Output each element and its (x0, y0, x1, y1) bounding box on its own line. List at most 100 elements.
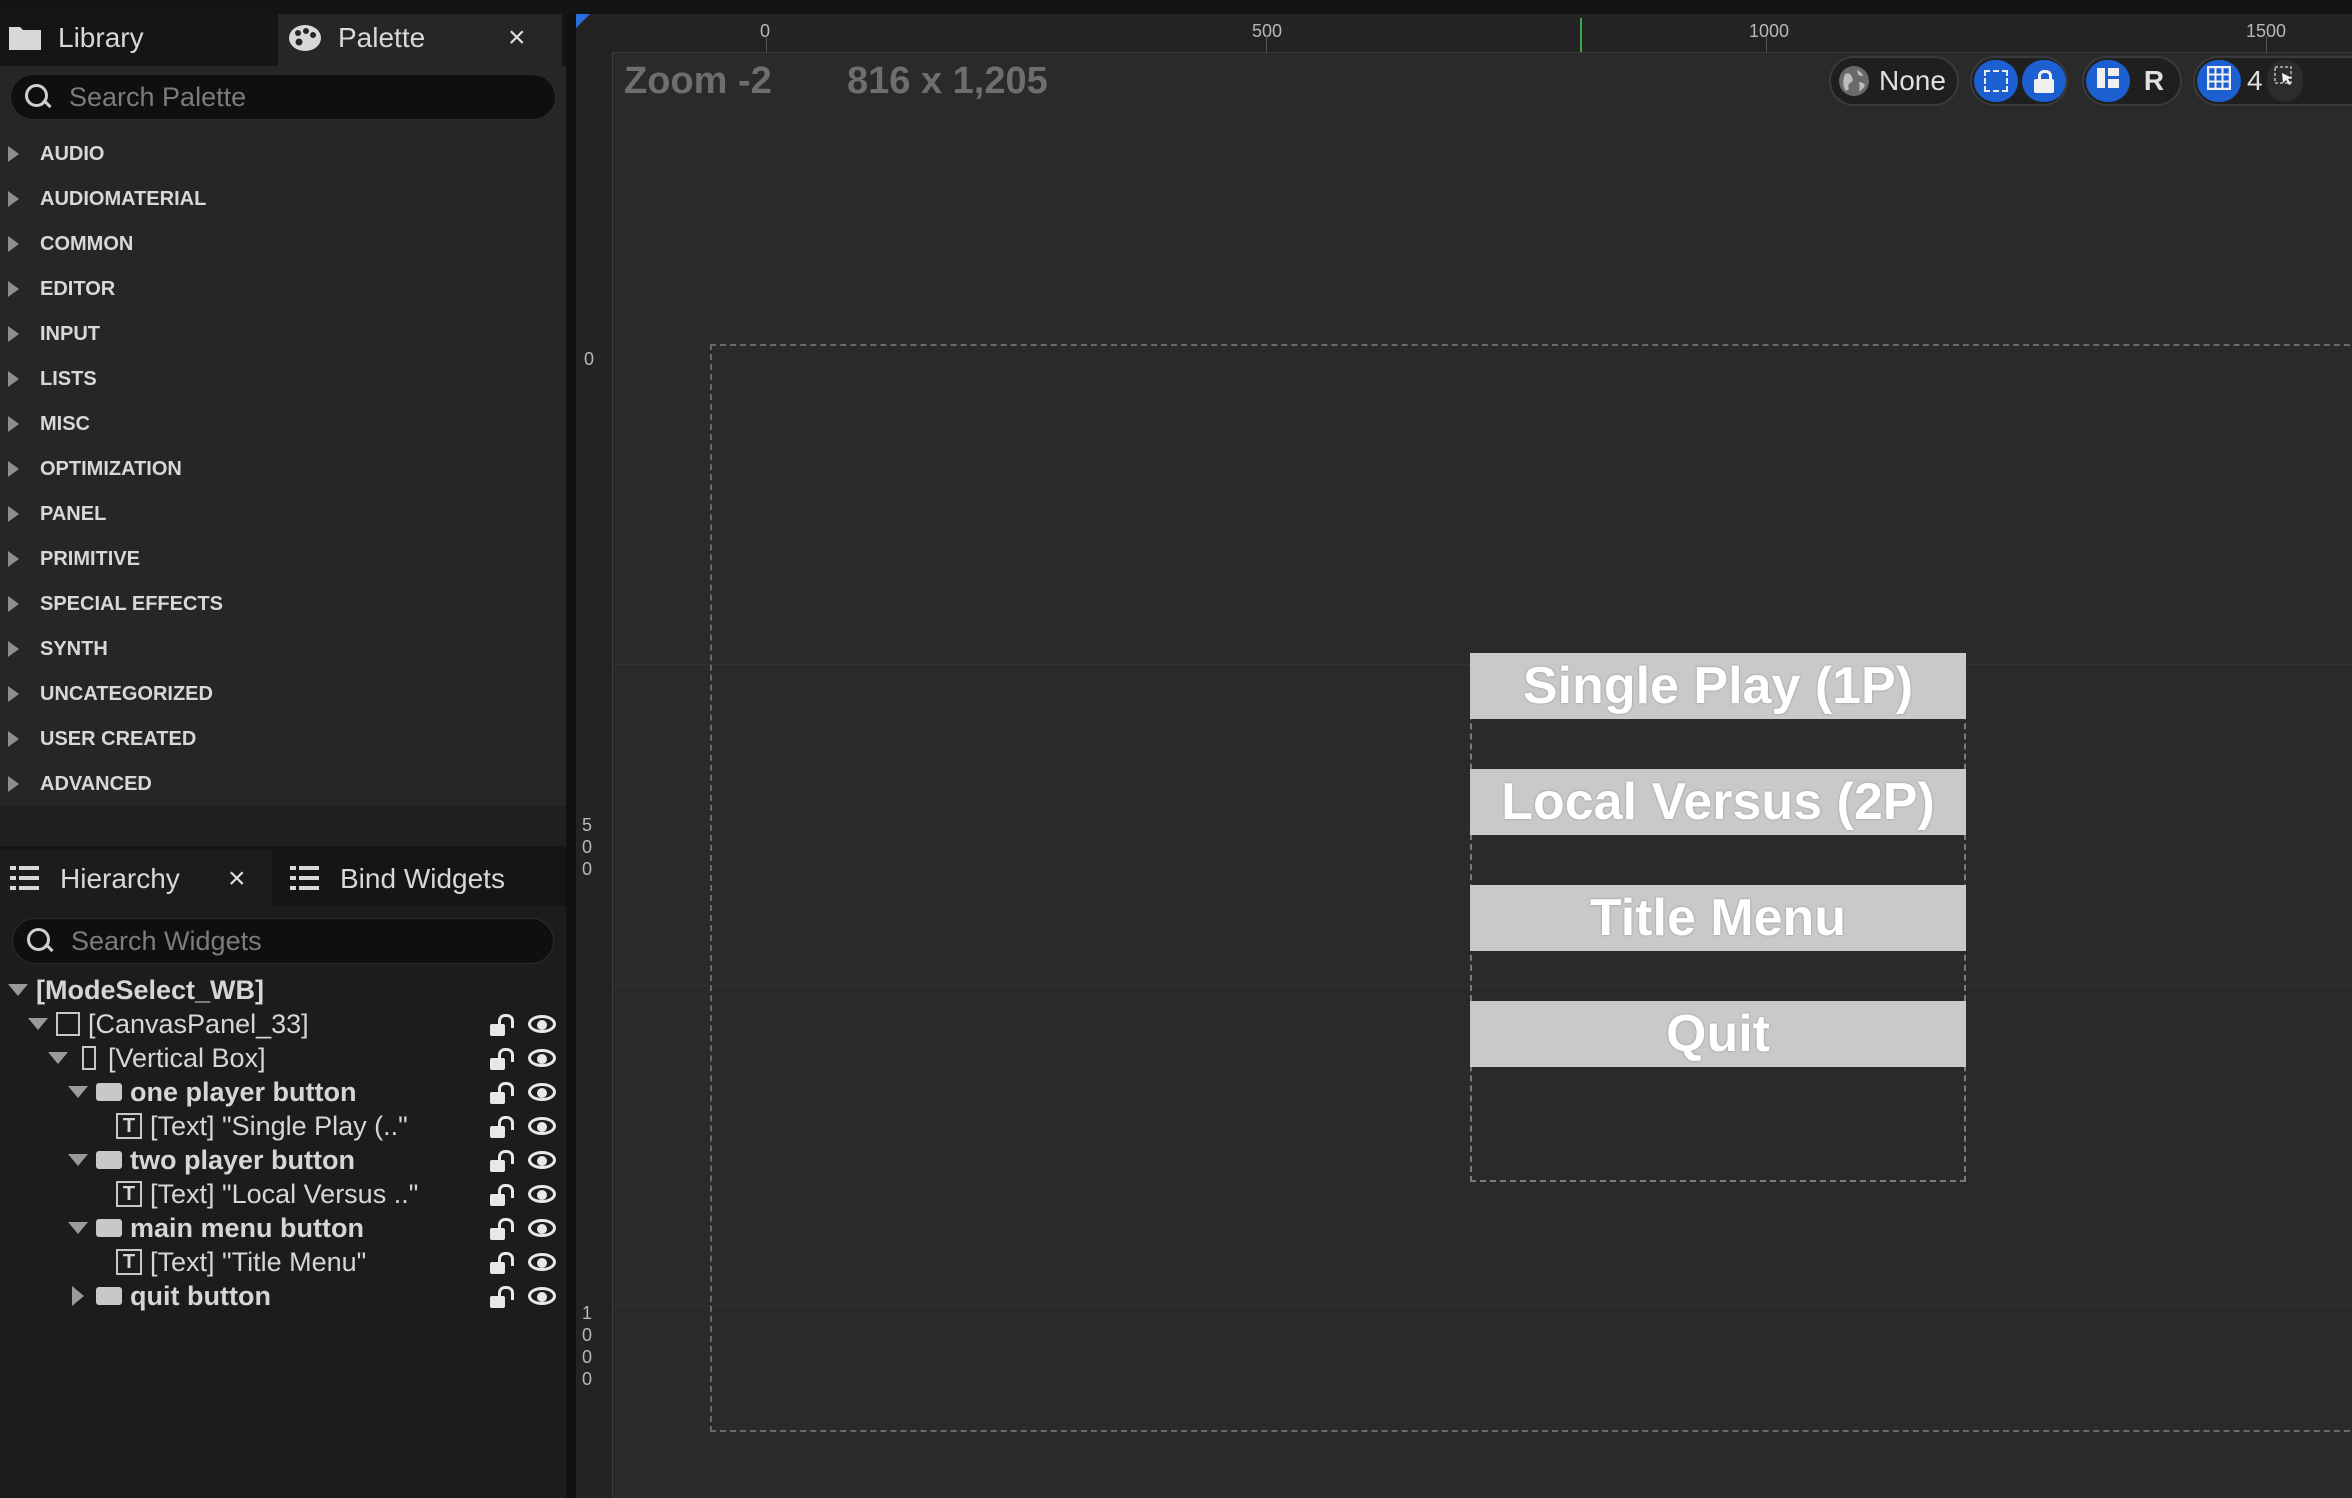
text-icon: T (116, 1181, 142, 1207)
grid-snap-value[interactable]: 4 (2247, 65, 2263, 97)
lock-toggle[interactable] (2022, 60, 2066, 102)
folder-icon (8, 23, 44, 53)
tab-hierarchy-label: Hierarchy (60, 862, 180, 894)
quit-button[interactable]: Quit (1470, 1001, 1966, 1067)
expand-arrow-icon[interactable] (72, 1286, 84, 1306)
visibility-eye-icon[interactable] (528, 1219, 556, 1237)
category-uncategorized[interactable]: UNCATEGORIZED (0, 674, 566, 714)
expand-arrow-icon (8, 551, 19, 567)
palette-search-input[interactable] (67, 80, 551, 114)
tree-row-quit-button[interactable]: quit button (0, 1279, 638, 1313)
dashed-outline-toggle[interactable] (1974, 60, 2018, 102)
ruler-tick (1766, 36, 1767, 52)
visibility-eye-icon[interactable] (528, 1049, 556, 1067)
one-player-button[interactable]: Single Play (1P) (1470, 653, 1966, 719)
vertical-ruler: 0 500 1000 (576, 52, 613, 1498)
category-audiomaterial[interactable]: AUDIOMATERIAL (0, 179, 566, 219)
tab-palette[interactable]: Palette × (278, 9, 562, 66)
search-icon (23, 82, 53, 112)
text-icon: T (116, 1249, 142, 1275)
visibility-eye-icon[interactable] (528, 1015, 556, 1033)
visibility-eye-icon[interactable] (528, 1253, 556, 1271)
respect-locks-group: R (2082, 56, 2182, 106)
grid-icon (2206, 65, 2232, 97)
tree-row-root[interactable]: [ModeSelect_WB] (0, 973, 574, 1007)
collapse-arrow-icon[interactable] (68, 1086, 88, 1098)
canvas-panel-icon (56, 1012, 80, 1036)
visibility-eye-icon[interactable] (528, 1083, 556, 1101)
tree-row-main-menu-button[interactable]: main menu button (0, 1211, 634, 1245)
localization-preview-dropdown[interactable]: None (1829, 56, 1959, 106)
lock-icon[interactable] (490, 1014, 514, 1036)
category-panel[interactable]: PANEL (0, 494, 566, 534)
collapse-arrow-icon[interactable] (48, 1052, 68, 1064)
layout-icon (2097, 65, 2119, 97)
layout-toggle[interactable] (2086, 60, 2130, 102)
ruler-tick (2266, 36, 2267, 52)
category-user-created[interactable]: USER CREATED (0, 719, 566, 759)
palette-search-area (0, 66, 566, 130)
expand-arrow-icon (8, 146, 19, 162)
category-special-effects[interactable]: SPECIAL EFFECTS (0, 584, 566, 624)
collapse-arrow-icon[interactable] (28, 1018, 48, 1030)
tab-library[interactable]: Library (0, 9, 276, 66)
widget-search-box[interactable] (12, 918, 554, 964)
category-advanced[interactable]: ADVANCED (0, 764, 566, 804)
title-menu-text: Title Menu (1589, 889, 1847, 947)
collapse-arrow-icon[interactable] (68, 1222, 88, 1234)
category-lists[interactable]: LISTS (0, 359, 566, 399)
category-editor[interactable]: EDITOR (0, 269, 566, 309)
expand-arrow-icon (8, 506, 19, 522)
select-mode-toggle[interactable] (2266, 60, 2303, 102)
tree-row-vertical-box[interactable]: [Vertical Box] (0, 1041, 614, 1075)
designer-canvas[interactable]: 0 500 1000 1500 0 500 1000 Zoom -2 816 x… (576, 14, 2352, 1498)
visibility-eye-icon[interactable] (528, 1151, 556, 1169)
category-input[interactable]: INPUT (0, 314, 566, 354)
collapse-arrow-icon[interactable] (68, 1154, 88, 1166)
lock-icon[interactable] (490, 1048, 514, 1070)
lock-icon[interactable] (490, 1150, 514, 1172)
ruler-cursor-marker (1580, 18, 1582, 52)
tree-row-one-player-button[interactable]: one player button (0, 1075, 634, 1109)
palette-search-box[interactable] (10, 74, 556, 120)
lock-icon[interactable] (490, 1252, 514, 1274)
lock-icon[interactable] (490, 1286, 514, 1308)
two-player-button[interactable]: Local Versus (2P) (1470, 769, 1966, 835)
r-toggle[interactable]: R (2132, 60, 2176, 102)
button-icon (96, 1287, 122, 1305)
category-synth[interactable]: SYNTH (0, 629, 566, 669)
dashed-box-icon (1984, 70, 2008, 92)
text-icon: T (116, 1113, 142, 1139)
expand-arrow-icon (8, 641, 19, 657)
visibility-eye-icon[interactable] (528, 1185, 556, 1203)
widget-search-input[interactable] (69, 924, 553, 958)
grid-snap-toggle[interactable] (2197, 60, 2241, 102)
lock-icon[interactable] (490, 1218, 514, 1240)
lock-icon[interactable] (490, 1082, 514, 1104)
hierarchy-icon (10, 864, 46, 894)
lock-icon[interactable] (490, 1116, 514, 1138)
category-primitive[interactable]: PRIMITIVE (0, 539, 566, 579)
category-audio[interactable]: AUDIO (0, 134, 566, 174)
expand-arrow-icon (8, 281, 19, 297)
close-palette-icon[interactable]: × (508, 21, 526, 55)
close-hierarchy-icon[interactable]: × (228, 862, 246, 896)
expand-arrow-icon (8, 776, 19, 792)
expand-arrow-icon (8, 416, 19, 432)
category-optimization[interactable]: OPTIMIZATION (0, 449, 566, 489)
category-common[interactable]: COMMON (0, 224, 566, 264)
tab-hierarchy[interactable]: Hierarchy × (0, 850, 272, 907)
tree-row-two-player-button[interactable]: two player button (0, 1143, 634, 1177)
panel-splitter[interactable] (566, 0, 576, 1498)
visibility-eye-icon[interactable] (528, 1117, 556, 1135)
expand-arrow-icon (8, 191, 19, 207)
bind-widgets-icon (290, 864, 326, 894)
category-misc[interactable]: MISC (0, 404, 566, 444)
main-menu-button[interactable]: Title Menu (1470, 885, 1966, 951)
tab-bind-widgets[interactable]: Bind Widgets (278, 850, 566, 907)
palette-icon (288, 23, 324, 53)
visibility-eye-icon[interactable] (528, 1287, 556, 1305)
collapse-arrow-icon[interactable] (8, 984, 28, 996)
tree-row-canvaspanel[interactable]: [CanvasPanel_33] (0, 1007, 594, 1041)
lock-icon[interactable] (490, 1184, 514, 1206)
